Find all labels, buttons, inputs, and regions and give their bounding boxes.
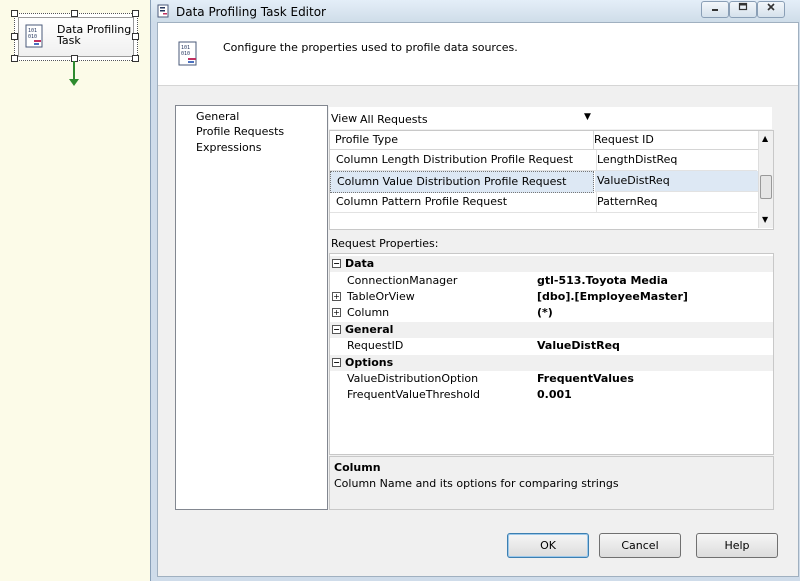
property-name: FrequentValueThreshold <box>347 388 480 401</box>
property-grid: − Data ConnectionManager gtl-513.Toyota … <box>329 253 774 455</box>
view-dropdown[interactable]: All Requests ▼ <box>356 109 596 127</box>
collapse-icon[interactable]: − <box>332 358 341 367</box>
page-navigator: General Profile Requests Expressions <box>175 105 328 510</box>
collapse-icon[interactable]: − <box>332 325 341 334</box>
property-row-table-or-view[interactable]: + TableOrView [dbo].[EmployeeMaster] <box>330 289 773 305</box>
property-value[interactable]: 0.001 <box>537 387 572 403</box>
grid-scrollbar[interactable]: ▲ ▼ <box>758 131 773 228</box>
column-header-request-id[interactable]: Request ID <box>594 131 758 150</box>
nav-item-expressions[interactable]: Expressions <box>196 141 261 154</box>
svg-text:010: 010 <box>181 51 190 57</box>
data-profiling-icon: 101 010 <box>178 41 197 66</box>
scroll-down-icon[interactable]: ▼ <box>762 215 768 224</box>
dialog-title: Data Profiling Task Editor <box>176 5 326 19</box>
resize-handle[interactable] <box>71 10 78 17</box>
view-bar: View All Requests ▼ <box>329 107 772 129</box>
property-category-data[interactable]: − Data <box>330 256 773 272</box>
dialog-client: 101 010 Configure the properties used to… <box>157 22 799 577</box>
property-value[interactable]: gtl-513.Toyota Media <box>537 273 668 289</box>
category-label: General <box>345 323 394 336</box>
task-editor-icon <box>157 4 169 18</box>
property-name: ConnectionManager <box>347 274 458 287</box>
editor-dialog: Data Profiling Task Editor 101 010 Confi… <box>150 0 800 581</box>
column-header-profile-type[interactable]: Profile Type <box>330 131 594 150</box>
collapse-icon[interactable]: − <box>332 259 341 268</box>
nav-item-general[interactable]: General <box>196 110 239 123</box>
close-button[interactable] <box>757 1 785 18</box>
resize-handle[interactable] <box>11 55 18 62</box>
property-category-general[interactable]: − General <box>330 322 773 338</box>
expand-icon[interactable]: + <box>332 292 341 301</box>
property-row-value-distribution-option[interactable]: ValueDistributionOption FrequentValues <box>330 371 773 387</box>
category-label: Options <box>345 356 394 369</box>
cancel-button[interactable]: Cancel <box>599 533 681 558</box>
resize-handle[interactable] <box>11 10 18 17</box>
table-row-cell-request-id-selected[interactable]: ValueDistReq <box>595 171 759 192</box>
property-row-request-id[interactable]: RequestID ValueDistReq <box>330 338 773 354</box>
property-category-options[interactable]: − Options <box>330 355 773 371</box>
property-value[interactable]: (*) <box>537 305 553 321</box>
description-title: Column <box>334 461 381 474</box>
maximize-icon <box>738 2 748 11</box>
property-name: Column <box>347 306 390 319</box>
table-row-cell-profile-type-selected[interactable]: Column Value Distribution Profile Reques… <box>330 171 594 193</box>
table-row-cell-profile-type[interactable]: Column Length Distribution Profile Reque… <box>330 150 597 171</box>
title-bar[interactable]: Data Profiling Task Editor <box>151 0 800 22</box>
maximize-button[interactable] <box>729 1 757 18</box>
task-shape-body[interactable]: 101 010 Data Profiling Task <box>18 17 134 57</box>
data-profiling-task-shape[interactable]: 101 010 Data Profiling Task <box>11 10 139 62</box>
view-dropdown-value: All Requests <box>360 113 428 126</box>
property-row-column[interactable]: + Column (*) <box>330 305 773 321</box>
nav-item-profile-requests[interactable]: Profile Requests <box>196 125 284 138</box>
minimize-icon <box>712 9 718 11</box>
expand-icon[interactable]: + <box>332 308 341 317</box>
table-row-cell-profile-type[interactable]: Column Pattern Profile Request <box>330 192 597 213</box>
chevron-down-icon[interactable]: ▼ <box>584 112 591 122</box>
property-description-pane: Column Column Name and its options for c… <box>329 456 774 510</box>
request-properties-title: Request Properties: <box>331 235 771 253</box>
property-name: TableOrView <box>347 290 415 303</box>
header-description: Configure the properties used to profile… <box>223 41 518 54</box>
dialog-header: 101 010 Configure the properties used to… <box>158 23 798 86</box>
scrollbar-thumb[interactable] <box>760 175 772 199</box>
category-label: Data <box>345 257 375 270</box>
scroll-up-icon[interactable]: ▲ <box>762 134 768 143</box>
property-value[interactable]: ValueDistReq <box>537 338 620 354</box>
data-profiling-icon: 101 010 <box>25 24 43 48</box>
property-value[interactable]: [dbo].[EmployeeMaster] <box>537 289 688 305</box>
view-label: View <box>331 112 358 125</box>
resize-handle[interactable] <box>132 10 139 17</box>
resize-handle[interactable] <box>132 55 139 62</box>
table-row-cell-request-id[interactable]: LengthDistReq <box>597 150 757 171</box>
task-label: Data Profiling Task <box>57 23 132 47</box>
description-text: Column Name and its options for comparin… <box>334 477 619 490</box>
help-button[interactable]: Help <box>696 533 778 558</box>
property-row-connection-manager[interactable]: ConnectionManager gtl-513.Toyota Media <box>330 273 773 289</box>
minimize-button[interactable] <box>701 1 729 18</box>
resize-handle[interactable] <box>11 33 18 40</box>
property-name: ValueDistributionOption <box>347 372 479 385</box>
close-icon <box>767 3 775 11</box>
property-value[interactable]: FrequentValues <box>537 371 634 387</box>
property-name: RequestID <box>347 339 404 352</box>
ok-button[interactable]: OK <box>507 533 589 558</box>
svg-text:010: 010 <box>28 34 37 40</box>
table-row-cell-request-id[interactable]: PatternReq <box>597 192 757 213</box>
profile-requests-grid: Profile Type Request ID Column Length Di… <box>329 130 774 230</box>
designer-canvas: 101 010 Data Profiling Task <box>0 0 150 581</box>
connector-arrow-icon <box>69 79 79 86</box>
resize-handle[interactable] <box>132 33 139 40</box>
property-row-frequent-value-threshold[interactable]: FrequentValueThreshold 0.001 <box>330 387 773 403</box>
